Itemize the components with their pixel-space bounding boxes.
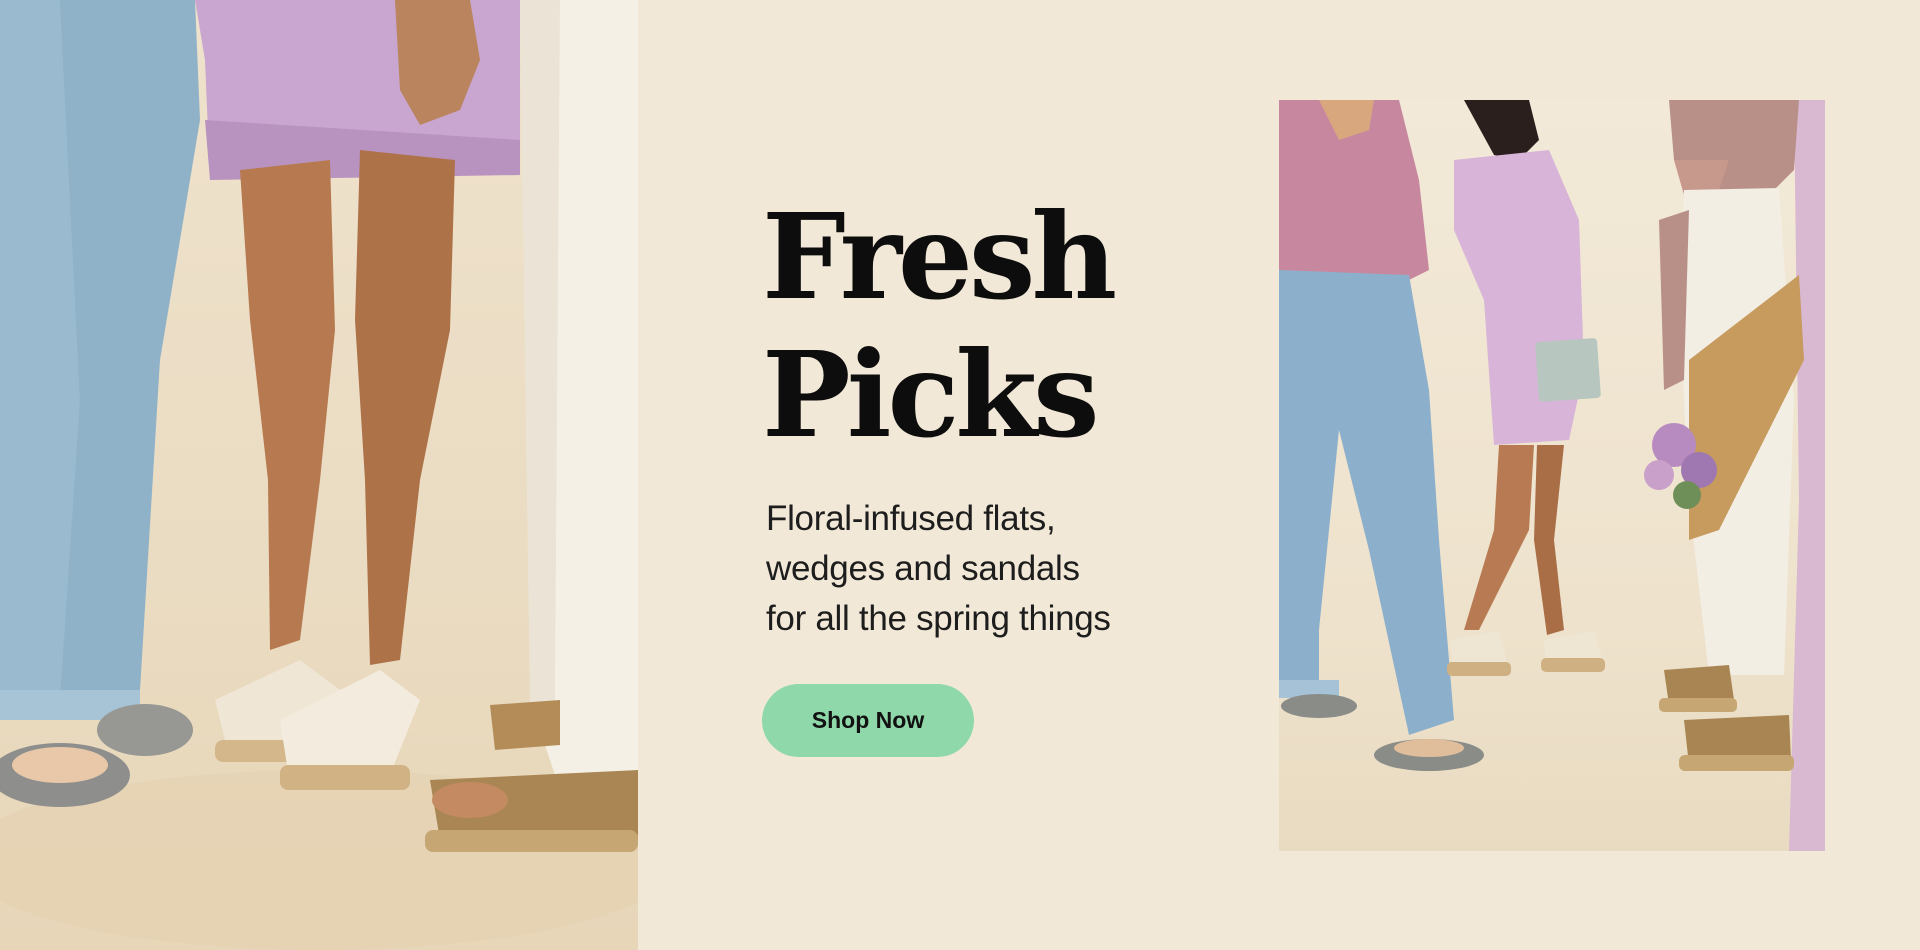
right-lifestyle-photo[interactable] — [1279, 100, 1825, 851]
subhead-line-1: Floral-infused flats, — [766, 499, 1056, 538]
left-photo-illustration — [0, 0, 638, 950]
hero-copy: Fresh Picks Floral-infused flats, wedges… — [762, 188, 1162, 757]
accent-stripe — [1789, 100, 1825, 851]
headline-line-1: Fresh — [762, 187, 1117, 326]
left-lifestyle-photo[interactable] — [0, 0, 638, 950]
subhead-line-3: for all the spring things — [766, 599, 1111, 638]
hero-subhead: Floral-infused flats, wedges and sandals… — [766, 494, 1162, 644]
shop-now-button[interactable]: Shop Now — [762, 684, 974, 757]
right-photo-illustration — [1279, 100, 1825, 851]
promo-banner: Fresh Picks Floral-infused flats, wedges… — [0, 0, 1920, 950]
headline-line-2: Picks — [762, 325, 1100, 464]
subhead-line-2: wedges and sandals — [766, 549, 1080, 588]
hero-headline: Fresh Picks — [762, 188, 1162, 464]
